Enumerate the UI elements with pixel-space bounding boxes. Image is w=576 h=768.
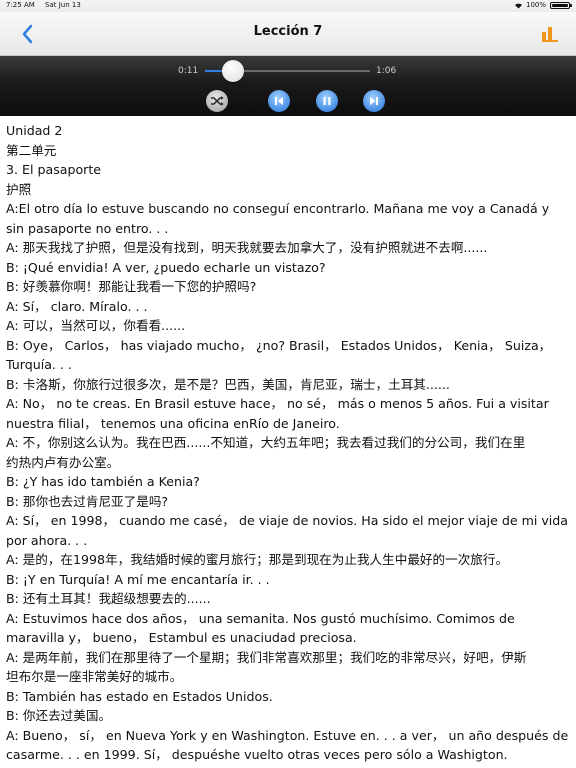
status-date: Sat Jun 13 <box>45 1 81 9</box>
transcript-line: A: 不，你别这么认为。我在巴西......不知道，大约五年吧；我去看过我们的分… <box>6 435 526 450</box>
transcript-line: A: 那天我找了护照，但是没有找到，明天我就要去加拿大了，没有护照就进不去啊..… <box>6 240 488 255</box>
transcript-line: sin pasaporte no entro. . . <box>6 220 169 236</box>
transcript-line: A:El otro día lo estuve buscando no cons… <box>6 201 550 216</box>
lesson-text[interactable]: Unidad 2 第二单元 3. El pasaporte 护照 A:El otro d… <box>0 117 576 768</box>
transcript-line: B: También has estado en Estados Unidos. <box>6 688 273 704</box>
next-button[interactable] <box>363 90 385 112</box>
transcript-line: A: Bueno， sí， en Nueva York y en Washing… <box>6 727 569 743</box>
transcript-line: A: No， no te creas. En Brasil estuve hac… <box>6 396 549 411</box>
transcript-line: A: 是的，在1998年，我结婚时候的蜜月旅行；那是到现在为止我人生中最好的一次… <box>6 552 509 567</box>
nav-bar: Lección 7 <box>0 12 576 56</box>
stats-button[interactable] <box>540 24 560 44</box>
progress-thumb[interactable] <box>222 60 245 82</box>
transcript-line: 坦布尔是一座非常美好的城市。 <box>6 669 183 684</box>
pause-icon <box>323 97 331 105</box>
transcript-line: B: ¡Qué envidia! A ver, ¿puedo echarle u… <box>6 259 326 275</box>
current-time: 0:11 <box>178 66 199 76</box>
transcript-line: A: Sí， claro. Míralo. . . <box>6 298 148 314</box>
transcript-line: Unidad 2 <box>6 123 63 138</box>
total-time: 1:06 <box>376 66 397 76</box>
audio-player: 0:11 1:06 <box>0 56 576 116</box>
transcript-line: Turquía. . . <box>6 357 72 372</box>
transcript-line: B: Oye， Carlos， has viajado mucho， ¿no? … <box>6 337 552 353</box>
transcript-line: B: 好羡慕你啊！那能让我看一下您的护照吗? <box>6 279 257 294</box>
bar-chart-icon <box>542 27 558 42</box>
pause-button[interactable] <box>316 90 338 112</box>
transcript-line: nuestra filial， tenemos una oficina enRí… <box>6 415 340 431</box>
shuffle-button[interactable] <box>206 90 228 112</box>
transcript-line: A: Sí， en 1998， cuando me casé， de viaje… <box>6 513 569 528</box>
transcript-line: casarme. . . en 1999. Sí， despuéshe vuel… <box>6 747 508 762</box>
skip-forward-icon <box>370 97 378 105</box>
transcript-line: B: 那你也去过肯尼亚了是吗? <box>6 493 169 509</box>
transcript-line: A: 可以，当然可以，你看看...... <box>6 318 186 333</box>
back-button[interactable] <box>16 21 40 47</box>
wifi-icon <box>514 2 522 9</box>
chevron-left-icon <box>22 24 33 44</box>
transcript-line: 护照 <box>6 181 32 197</box>
transcript-line: 3. El pasaporte <box>6 162 102 177</box>
previous-button[interactable] <box>268 90 290 112</box>
status-right: 100% <box>514 1 572 9</box>
status-left: 7:25 AM Sat Jun 13 <box>6 1 89 9</box>
transcript-line: maravilla y， bueno， Estambul es unaciuda… <box>6 630 357 645</box>
transcript-line: A: Estuvimos hace dos años， una semanita… <box>6 610 515 626</box>
battery-percent: 100% <box>525 1 546 9</box>
skip-back-icon <box>275 97 283 105</box>
transcript-line: por ahora. . . <box>6 532 88 548</box>
transcript-line: B: ¿Y has ido también a Kenia? <box>6 474 200 489</box>
transcript-line: B: 你还去过美国。 <box>6 708 112 723</box>
transcript-line: 约热内卢有办公室。 <box>6 454 120 470</box>
status-time: 7:25 AM <box>6 1 35 9</box>
transcript-line: 第二单元 <box>6 142 57 158</box>
transcript: Unidad 2 第二单元 3. El pasaporte 护照 A:El otro d… <box>0 117 576 765</box>
transcript-line: B: ¡Y en Turquía! A mí me encantaría ir.… <box>6 571 270 587</box>
transcript-line: B: 卡洛斯，你旅行过很多次，是不是？巴西，美国，肯尼亚，瑞士，土耳其.....… <box>6 376 450 392</box>
transcript-line: B: 还有土耳其！我超级想要去的...... <box>6 591 211 606</box>
status-bar: 7:25 AM Sat Jun 13 100% <box>0 0 576 12</box>
page-title: Lección 7 <box>253 24 323 39</box>
battery-icon <box>550 1 572 9</box>
shuffle-icon <box>211 96 224 106</box>
transcript-line: A: 是两年前，我们在那里待了一个星期；我们非常喜欢那里；我们吃的非常尽兴，好吧… <box>6 649 527 665</box>
